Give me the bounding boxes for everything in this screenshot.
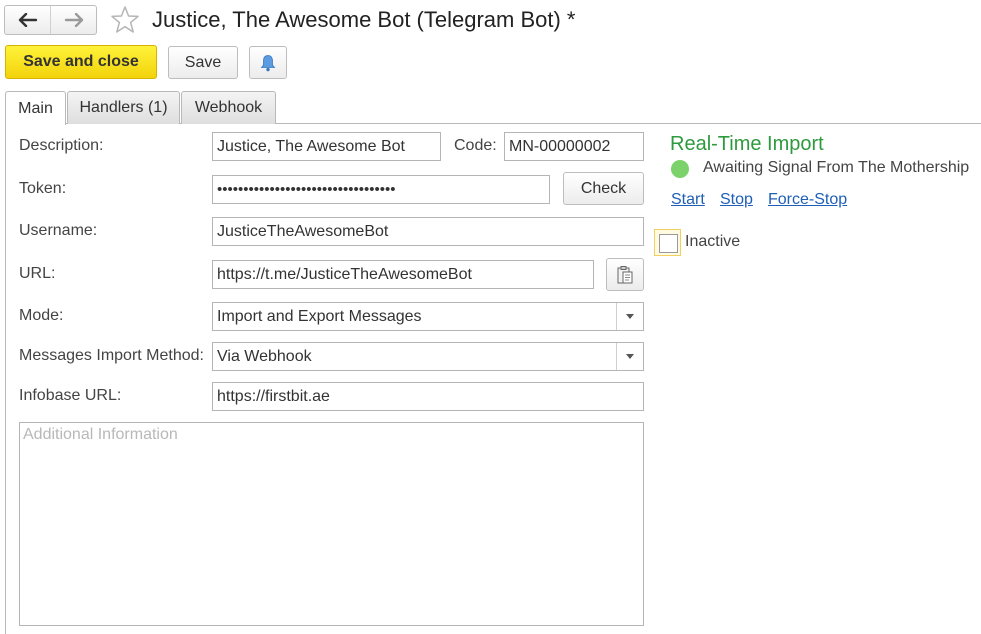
infobase-url-input[interactable]: https://firstbit.ae — [212, 382, 644, 411]
save-and-close-button[interactable]: Save and close — [5, 45, 157, 79]
username-label: Username: — [19, 222, 98, 239]
mode-label: Mode: — [19, 307, 64, 324]
clipboard-icon — [617, 265, 633, 283]
url-label: URL: — [19, 265, 56, 282]
status-indicator-icon — [671, 160, 689, 178]
page-title: Justice, The Awesome Bot (Telegram Bot) … — [152, 7, 576, 32]
notifications-button[interactable] — [249, 46, 287, 79]
panel-border — [5, 123, 6, 634]
code-label: Code: — [454, 137, 497, 154]
dropdown-arrow[interactable] — [616, 303, 643, 330]
star-icon — [111, 6, 139, 33]
import-method-value: Via Webhook — [217, 347, 312, 365]
stop-link[interactable]: Stop — [720, 190, 753, 210]
forward-button[interactable] — [50, 6, 96, 34]
url-input[interactable]: https://t.me/JusticeTheAwesomeBot — [212, 260, 594, 289]
favorite-button[interactable] — [110, 5, 140, 35]
dropdown-arrow[interactable] — [616, 343, 643, 370]
additional-information-textarea[interactable]: Additional Information — [19, 422, 644, 626]
checkbox-box — [659, 234, 678, 253]
import-method-label: Messages Import Method: — [19, 347, 204, 364]
arrow-left-icon — [18, 13, 37, 27]
check-button[interactable]: Check — [563, 172, 644, 205]
token-input[interactable]: •••••••••••••••••••••••••••••••••• — [212, 175, 550, 204]
chevron-down-icon — [626, 314, 634, 319]
code-input[interactable]: MN-00000002 — [504, 132, 644, 161]
tab-handlers[interactable]: Handlers (1) — [67, 91, 180, 124]
bell-icon — [260, 54, 276, 71]
mode-value: Import and Export Messages — [217, 307, 422, 325]
description-input[interactable]: Justice, The Awesome Bot — [212, 132, 441, 161]
username-input[interactable]: JusticeTheAwesomeBot — [212, 217, 644, 246]
tab-main[interactable]: Main — [5, 91, 66, 125]
save-button[interactable]: Save — [168, 46, 238, 79]
tab-webhook[interactable]: Webhook — [181, 91, 276, 124]
import-method-select[interactable]: Via Webhook — [212, 342, 644, 371]
start-link[interactable]: Start — [671, 190, 705, 210]
mode-select[interactable]: Import and Export Messages — [212, 302, 644, 331]
description-label: Description: — [19, 137, 104, 154]
chevron-down-icon — [626, 354, 634, 359]
inactive-label: Inactive — [685, 233, 741, 250]
infobase-url-label: Infobase URL: — [19, 387, 122, 404]
realtime-import-title: Real-Time Import — [670, 133, 824, 155]
status-text: Awaiting Signal From The Mothership — [703, 159, 970, 176]
force-stop-link[interactable]: Force-Stop — [768, 190, 847, 210]
token-label: Token: — [19, 180, 67, 197]
arrow-right-icon — [64, 13, 83, 27]
navigation-buttons — [4, 5, 97, 35]
back-button[interactable] — [5, 6, 50, 34]
copy-url-button[interactable] — [606, 258, 644, 291]
inactive-checkbox[interactable] — [654, 229, 681, 256]
